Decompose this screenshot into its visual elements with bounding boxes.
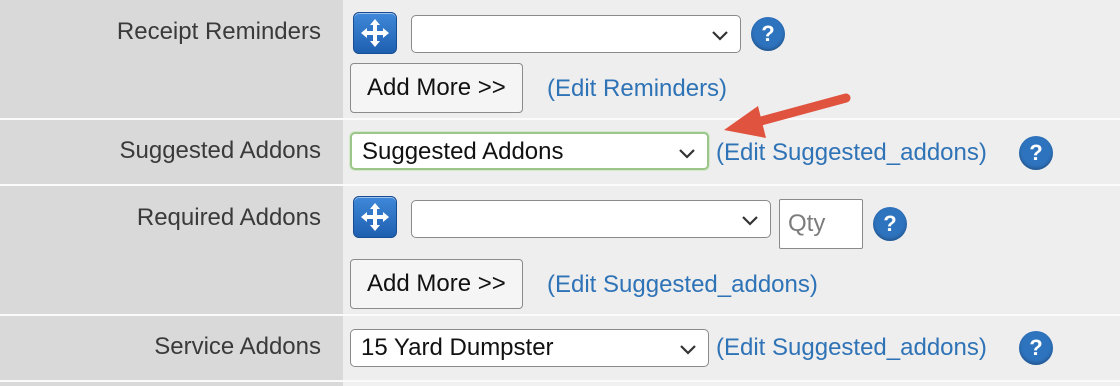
required-addons-label: Required Addons	[0, 186, 343, 314]
receipt-reminders-row: Receipt Reminders ? Add More >> (Edit Re…	[0, 0, 1120, 118]
receipt-reminders-label: Receipt Reminders	[0, 0, 343, 118]
suggested-addons-select-value: Suggested Addons	[362, 138, 564, 165]
suggested-addons-row: Suggested Addons Suggested Addons (Edit …	[0, 120, 1120, 184]
required-addons-content: Qty ? Add More >> (Edit Suggested_addons…	[343, 186, 1120, 314]
required-addon-select[interactable]	[411, 200, 771, 238]
chevron-down-icon	[712, 31, 728, 41]
service-addons-content: 15 Yard Dumpster (Edit Suggested_addons)…	[343, 316, 1120, 380]
service-addons-label-text: Service Addons	[154, 333, 321, 360]
move-arrows-icon	[361, 203, 389, 231]
edit-reminders-link[interactable]: (Edit Reminders)	[547, 74, 727, 104]
suggested-addons-label: Suggested Addons	[0, 120, 343, 184]
service-addons-select[interactable]: 15 Yard Dumpster	[350, 329, 709, 367]
service-addons-row: Service Addons 15 Yard Dumpster (Edit Su…	[0, 316, 1120, 380]
edit-suggested-addons-link[interactable]: (Edit Suggested_addons)	[547, 270, 818, 300]
help-icon-glyph: ?	[761, 21, 775, 46]
required-addons-label-text: Required Addons	[136, 204, 321, 231]
receipt-reminders-label-text: Receipt Reminders	[116, 18, 321, 45]
service-addons-select-value: 15 Yard Dumpster	[361, 334, 554, 361]
help-icon[interactable]: ?	[873, 207, 907, 241]
qty-input[interactable]: Qty	[779, 199, 863, 249]
help-icon[interactable]: ?	[751, 17, 785, 51]
move-handle-icon[interactable]	[353, 196, 397, 238]
edit-suggested-addons-link[interactable]: (Edit Suggested_addons)	[716, 138, 987, 168]
chevron-down-icon	[742, 216, 758, 226]
next-row-stub	[0, 382, 343, 386]
chevron-down-icon	[680, 345, 696, 355]
help-icon[interactable]: ?	[1019, 136, 1053, 170]
chevron-down-icon	[679, 149, 695, 159]
help-icon-glyph: ?	[1029, 335, 1043, 360]
move-arrows-icon	[361, 19, 389, 47]
add-more-required-addons-button[interactable]: Add More >>	[350, 259, 523, 309]
move-handle-icon[interactable]	[353, 12, 397, 54]
red-arrow-icon	[724, 93, 851, 138]
edit-suggested-addons-link[interactable]: (Edit Suggested_addons)	[716, 333, 987, 363]
reminder-select[interactable]	[411, 15, 741, 53]
required-addons-row: Required Addons Qty ? Add More >> (Edit …	[0, 186, 1120, 314]
service-addons-label: Service Addons	[0, 316, 343, 380]
help-icon-glyph: ?	[1029, 140, 1043, 165]
help-icon-glyph: ?	[883, 211, 897, 236]
help-icon[interactable]: ?	[1019, 331, 1053, 365]
add-more-reminders-button[interactable]: Add More >>	[350, 63, 523, 113]
suggested-addons-label-text: Suggested Addons	[119, 137, 321, 164]
suggested-addons-select[interactable]: Suggested Addons	[350, 132, 709, 170]
